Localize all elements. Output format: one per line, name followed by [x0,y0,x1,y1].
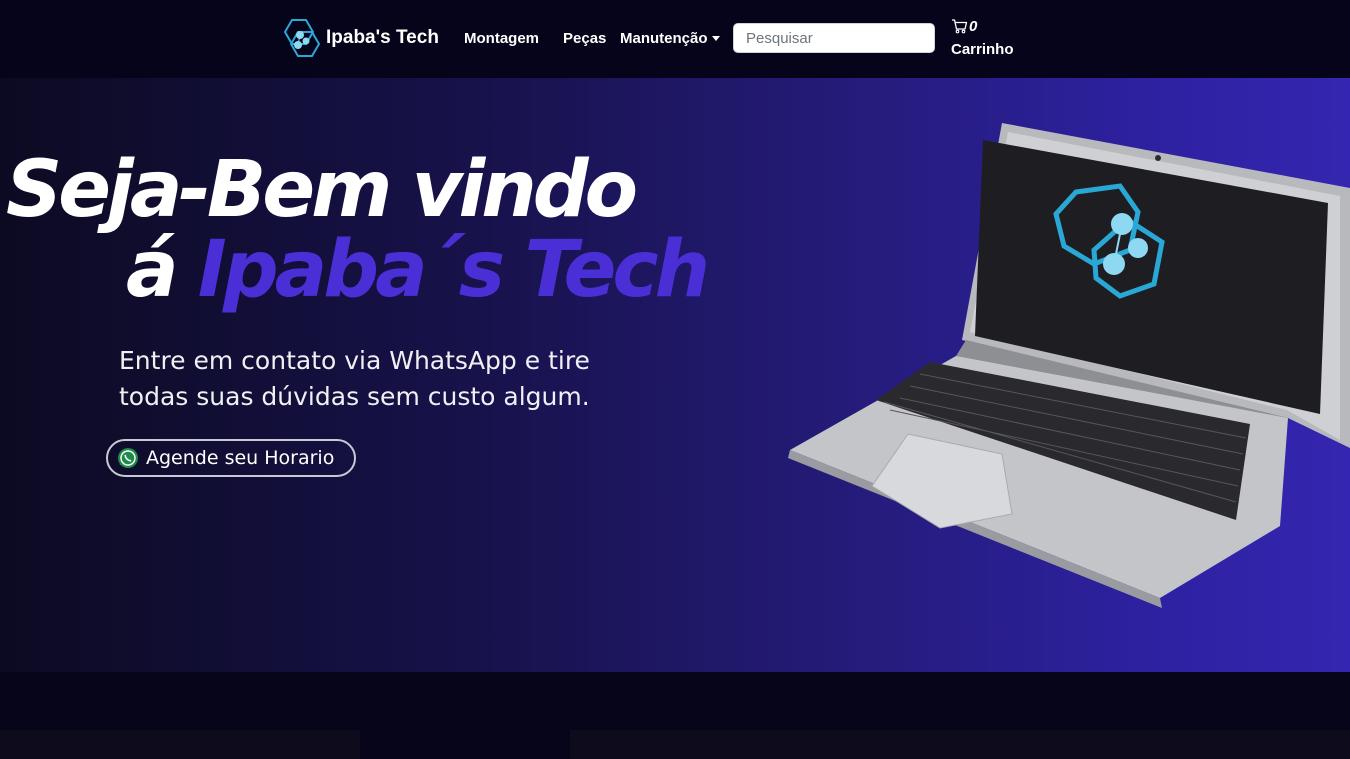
hero-description: Entre em contato via WhatsApp e tire tod… [119,346,590,411]
nav-link-pecas[interactable]: Peças [563,30,606,47]
brand-name: Ipaba's Tech [326,27,439,48]
nav-link-montagem[interactable]: Montagem [464,30,539,47]
whatsapp-schedule-button[interactable]: Agende seu Horario [106,439,356,477]
shopping-cart-icon [952,19,968,34]
cart-count: 0 [969,17,978,35]
search-input[interactable] [733,23,935,53]
chevron-down-icon [711,36,720,41]
hero-title-prefix: á [126,225,179,315]
section-divider [0,672,1350,730]
whatsapp-icon [118,448,138,468]
cart-label: Carrinho [951,41,1014,58]
cta-label: Agende seu Horario [146,447,335,469]
brand-link[interactable]: Ipaba's Tech [276,16,439,60]
feature-card [570,730,1350,759]
feature-card [0,730,360,759]
hero-title-line2: á Ipaba´s Tech [126,230,710,310]
laptop-image [788,123,1350,608]
nav-dropdown-manutencao[interactable]: Manutenção [620,30,720,47]
hexagon-logo-icon [283,19,321,57]
nav-dropdown-label: Manutenção [620,30,708,47]
hero-banner: Seja-Bem vindo á Ipaba´s Tech Entre em c… [0,78,1350,672]
cart-link[interactable]: 0 Carrinho [951,17,1014,59]
hero-title-brand: Ipaba´s Tech [197,225,710,315]
hero-title-line1: Seja-Bem vindo [6,145,638,235]
navbar: Ipaba's Tech Montagem Peças Manutenção 0… [0,0,1350,78]
feature-card [360,730,570,759]
